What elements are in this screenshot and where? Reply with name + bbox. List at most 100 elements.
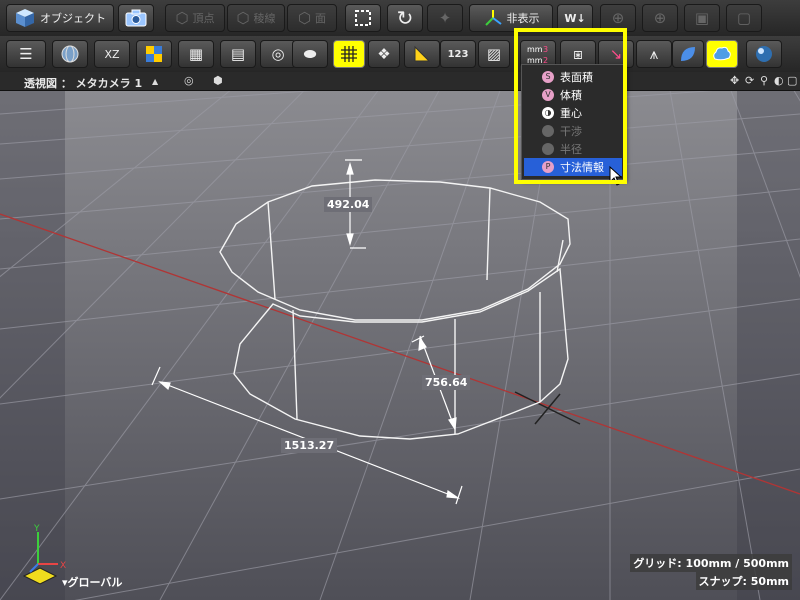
- fit-icon[interactable]: ◐: [774, 74, 784, 87]
- surface-area-icon: S: [542, 71, 554, 83]
- axis-icon: [484, 10, 502, 26]
- menu-item-interference[interactable]: 干渉: [524, 122, 622, 140]
- cylinder-button[interactable]: ◎: [260, 40, 296, 68]
- table-button[interactable]: ▤: [220, 40, 256, 68]
- viewport-header: 透視図 ： メタカメラ 1 ▲ ◎ ⬢ ✥ ⟳ ⚲ ◐ ▢: [0, 72, 800, 91]
- camera-button[interactable]: [118, 4, 154, 32]
- view-cube-icon[interactable]: ⬢: [213, 74, 223, 87]
- grid-color-button[interactable]: [136, 40, 172, 68]
- svg-text:3: 3: [543, 45, 548, 54]
- object-mode-label: オブジェクト: [40, 12, 106, 25]
- edge-mode-button[interactable]: ⬡ 稜線: [227, 4, 285, 32]
- face-mode-label: 面: [315, 12, 327, 25]
- measure-angle-button[interactable]: [404, 40, 440, 68]
- snap-button-1[interactable]: ⊕: [600, 4, 636, 32]
- radius-dimension-label: 756.64: [422, 375, 471, 390]
- svg-text:Y: Y: [33, 524, 40, 534]
- vertex-mode-label: 頂点: [192, 12, 215, 25]
- top-toolbar: オブジェクト ⬡ 頂点 ⬡ 稜線 ⬡ 面 ↻ ✦ 非表示 W↓ ⊕ ⊕ ▣ ▢: [0, 0, 800, 37]
- wireframe-grid-button[interactable]: [333, 40, 365, 68]
- menu-item-volume[interactable]: V 体積: [524, 86, 622, 104]
- hide-button[interactable]: 非表示: [469, 4, 553, 32]
- mesh-icon: ⧆: [573, 44, 583, 63]
- cube-icon: [16, 9, 34, 27]
- object-mode-button[interactable]: オブジェクト: [6, 4, 114, 32]
- coordinate-mode-label: グローバル: [67, 576, 123, 589]
- render-sphere-icon: [756, 46, 772, 62]
- edge-mode-label: 稜線: [253, 12, 276, 25]
- radius-icon: [542, 143, 554, 155]
- menu-item-dimension-info[interactable]: P 寸法情報: [524, 158, 622, 176]
- color-grid-icon: [146, 46, 162, 62]
- menu-item-center-of-gravity[interactable]: ◑ 重心: [524, 104, 622, 122]
- height-dimension-label: 492.04: [324, 197, 373, 212]
- menu-item-label: 重心: [560, 107, 582, 120]
- box-view-button[interactable]: ▣: [684, 4, 720, 32]
- magic-tool-button[interactable]: ✦: [427, 4, 463, 32]
- box-icon: ▣: [694, 8, 710, 27]
- crosshair-icon: ⊕: [611, 8, 625, 27]
- sphere-view-button[interactable]: [52, 40, 88, 68]
- ruler-button[interactable]: ▨: [478, 40, 510, 68]
- box-view-button-2[interactable]: ▢: [726, 4, 762, 32]
- pan-icon[interactable]: ✥: [730, 74, 739, 87]
- view-menu-arrow-icon[interactable]: ▲: [152, 77, 158, 86]
- area-volume-icon: mm 3 mm 2: [527, 45, 548, 65]
- cylinder-icon: ◎: [271, 44, 285, 63]
- cloud-button[interactable]: [706, 40, 738, 68]
- hierarchy-icon: ☰: [19, 44, 33, 63]
- view-toolbar: ☰ XZ ▦ ▤ ◎ ⬬ ❖ 123 ▨ mm 3 mm 2 ⧆ ↘ ⩚: [0, 36, 800, 73]
- mouse-cursor-icon: [609, 166, 623, 186]
- app-window: オブジェクト ⬡ 頂点 ⬡ 稜線 ⬡ 面 ↻ ✦ 非表示 W↓ ⊕ ⊕ ▣ ▢ …: [0, 0, 800, 600]
- deform-button[interactable]: ⩚: [636, 40, 672, 68]
- face-cube-icon: ⬡: [297, 8, 312, 27]
- world-axis-button[interactable]: W↓: [557, 4, 593, 32]
- plane-xz-button[interactable]: XZ: [94, 40, 130, 68]
- target-icon: ⊕: [653, 8, 667, 27]
- snap-button-2[interactable]: ⊕: [642, 4, 678, 32]
- grid-button[interactable]: ▦: [178, 40, 214, 68]
- face-mode-button[interactable]: ⬡ 面: [287, 4, 337, 32]
- volume-icon: V: [542, 89, 554, 101]
- scene-canvas[interactable]: Y X: [0, 74, 800, 600]
- maximize-icon[interactable]: ▢: [787, 74, 797, 87]
- menu-item-radius[interactable]: 半径: [524, 140, 622, 158]
- interference-icon: [542, 125, 554, 137]
- tree-button[interactable]: ☰: [6, 40, 46, 68]
- hide-label: 非表示: [506, 12, 540, 25]
- menu-item-label: 体積: [560, 89, 582, 102]
- center-of-gravity-icon: ◑: [542, 107, 554, 119]
- render-sphere-button[interactable]: [746, 40, 782, 68]
- menu-item-label: 表面積: [560, 71, 593, 84]
- vertex-mode-button[interactable]: ⬡ 頂点: [165, 4, 225, 32]
- menu-item-surface-area[interactable]: S 表面積: [524, 68, 622, 86]
- solid-view-button[interactable]: ❖: [368, 40, 400, 68]
- protractor-icon: [414, 45, 431, 62]
- camera-target-icon[interactable]: ◎: [184, 74, 194, 87]
- orbit-icon[interactable]: ⟳: [745, 74, 754, 87]
- svg-text:X: X: [60, 561, 66, 571]
- zoom-icon[interactable]: ⚲: [760, 74, 768, 87]
- numeric-label: 123: [447, 48, 469, 60]
- 3d-viewport[interactable]: Y X 492.04 756.64 1513.27 ▾グローバル グリッド: 1…: [0, 74, 800, 600]
- snap-status: スナップ: 50mm: [695, 572, 792, 590]
- numeric-input-button[interactable]: 123: [440, 40, 476, 68]
- grid-icon: ▦: [188, 44, 204, 63]
- menu-item-label: 半径: [560, 143, 582, 156]
- shade-button[interactable]: [672, 40, 704, 68]
- coordinate-mode-dropdown[interactable]: ▾グローバル: [62, 574, 122, 590]
- edge-cube-icon: ⬡: [236, 8, 250, 27]
- camera-icon: [125, 9, 147, 27]
- shaded-sphere-icon: [681, 47, 695, 61]
- capsule-button[interactable]: ⬬: [292, 40, 328, 68]
- select-rect-button[interactable]: [345, 4, 381, 32]
- dimension-info-icon: P: [542, 161, 554, 173]
- rotate-icon: ↻: [396, 5, 414, 30]
- blocks-icon: ❖: [377, 44, 391, 63]
- viewport-title[interactable]: 透視図 ： メタカメラ 1: [24, 75, 142, 91]
- world-axis-icon: W↓: [564, 11, 586, 25]
- vertex-cube-icon: ⬡: [175, 8, 189, 27]
- table-icon: ▤: [230, 44, 246, 63]
- menu-item-label: 干渉: [560, 125, 582, 138]
- rotate-view-button[interactable]: ↻: [387, 4, 423, 32]
